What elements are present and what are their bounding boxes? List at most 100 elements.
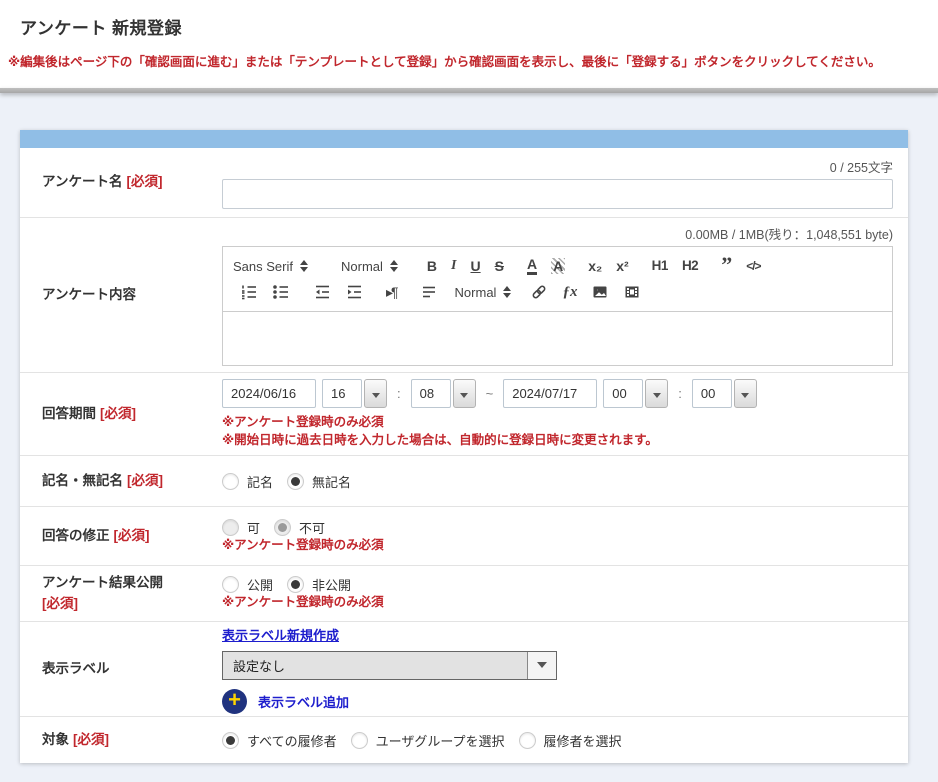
code-block-button[interactable]: </> (746, 260, 760, 272)
answer-modification-label: 回答の修正[必須] (20, 526, 222, 547)
strikethrough-button[interactable]: S (495, 259, 504, 273)
radio-circle (519, 732, 536, 749)
survey-content-label: アンケート内容 (20, 285, 222, 306)
video-icon[interactable] (623, 283, 641, 301)
h2-button[interactable]: H2 (682, 259, 698, 273)
radio-circle (287, 473, 304, 490)
outdent-icon[interactable] (313, 283, 331, 301)
end-minute-combo (692, 379, 757, 408)
range-tilde: ~ (486, 386, 494, 401)
row-display-label: 表示ラベル 表示ラベル新規作成 設定なし + 表示ラベル追加 (20, 621, 908, 716)
link-icon[interactable] (530, 283, 548, 301)
row-results-publication: アンケート結果公開[必須] 公開 非公開 ※アンケート登録時のみ必須 (20, 565, 908, 621)
updown-arrows-icon (503, 286, 511, 298)
underline-button[interactable]: U (470, 259, 480, 273)
radio-results-public[interactable]: 公開 (222, 575, 273, 594)
publication-required-note: ※アンケート登録時のみ必須 (222, 594, 893, 612)
end-minute-dropdown-button[interactable] (734, 379, 757, 408)
image-icon[interactable] (591, 283, 609, 301)
page-title: アンケート 新規登録 (0, 0, 938, 39)
header-select[interactable]: Normal (341, 259, 398, 274)
required-badge: [必須] (73, 732, 109, 747)
required-badge: [必須] (127, 473, 163, 488)
radio-circle (274, 519, 291, 536)
chevron-down-icon (372, 393, 380, 398)
name-char-counter: 0 / 255文字 (222, 157, 893, 176)
row-survey-content: アンケート内容 0.00MB / 1MB(残り：1,048,551 byte) … (20, 217, 908, 372)
target-label: 対象[必須] (20, 730, 222, 751)
add-display-label-button[interactable]: + 表示ラベル追加 (222, 689, 893, 714)
modification-required-note: ※アンケート登録時のみ必須 (222, 537, 893, 555)
bullet-list-icon[interactable] (272, 283, 290, 301)
required-badge: [必須] (126, 174, 162, 189)
radio-modification-not-allowed[interactable]: 不可 (274, 518, 325, 537)
edit-notice: ※編集後はページ下の「確認画面に進む」または「テンプレートとして登録」から確認画… (8, 51, 938, 70)
italic-button[interactable]: I (451, 259, 456, 273)
updown-arrows-icon (300, 260, 308, 272)
time-colon: : (397, 386, 401, 401)
content-background: アンケート名[必須] 0 / 255文字 アンケート内容 0.00MB / 1M… (0, 93, 938, 782)
anonymity-label: 記名・無記名[必須] (20, 471, 222, 492)
end-date-input[interactable] (503, 379, 597, 408)
ordered-list-icon[interactable] (240, 283, 258, 301)
radio-modification-allowed[interactable]: 可 (222, 518, 260, 537)
row-target: 対象[必須] すべての履修者 ユーザグループを選択 履修者を選択 (20, 716, 908, 763)
superscript-button[interactable]: x² (616, 259, 628, 273)
start-date-input[interactable] (222, 379, 316, 408)
response-period-label: 回答期間[必須] (20, 404, 222, 425)
radio-anonymous[interactable]: 無記名 (287, 472, 351, 491)
results-publication-label: アンケート結果公開[必須] (20, 573, 222, 615)
content-size-counter: 0.00MB / 1MB(残り：1,048,551 byte) (222, 224, 893, 243)
required-badge: [必須] (114, 528, 150, 543)
subscript-button[interactable]: x₂ (588, 259, 602, 273)
survey-form-panel: アンケート名[必須] 0 / 255文字 アンケート内容 0.00MB / 1M… (20, 130, 908, 763)
blockquote-button[interactable]: ” (721, 261, 732, 271)
bold-button[interactable]: B (427, 259, 437, 273)
page-header: アンケート 新規登録 ※編集後はページ下の「確認画面に進む」または「テンプレート… (0, 0, 938, 88)
formula-icon[interactable]: ƒx (562, 285, 577, 300)
start-hour-dropdown-button[interactable] (364, 379, 387, 408)
chevron-down-icon (741, 393, 749, 398)
radio-circle (222, 576, 239, 593)
highlight-color-button[interactable]: A (551, 258, 565, 274)
start-minute-dropdown-button[interactable] (453, 379, 476, 408)
radio-signed[interactable]: 記名 (222, 472, 273, 491)
radio-select-students[interactable]: 履修者を選択 (519, 731, 622, 750)
row-anonymity: 記名・無記名[必須] 記名 無記名 (20, 455, 908, 506)
h1-button[interactable]: H1 (652, 259, 668, 273)
display-label-label: 表示ラベル (20, 659, 222, 680)
text-color-button[interactable]: A (527, 257, 537, 275)
start-hour-input[interactable] (322, 379, 362, 408)
display-label-select[interactable]: 設定なし (222, 651, 557, 680)
radio-results-private[interactable]: 非公開 (287, 575, 351, 594)
radio-select-user-group[interactable]: ユーザグループを選択 (351, 731, 505, 750)
period-past-date-note: ※開始日時に過去日時を入力した場合は、自動的に登録日時に変更されます。 (222, 432, 893, 450)
radio-circle (222, 732, 239, 749)
end-minute-input[interactable] (692, 379, 732, 408)
indent-icon[interactable] (345, 283, 363, 301)
editor-content-area[interactable] (222, 312, 893, 366)
survey-name-label: アンケート名[必須] (20, 172, 222, 193)
row-response-period: 回答期間[必須] : ~ (20, 372, 908, 455)
required-badge: [必須] (100, 406, 136, 421)
create-display-label-link[interactable]: 表示ラベル新規作成 (222, 625, 339, 644)
chevron-down-icon (527, 652, 556, 679)
start-minute-input[interactable] (411, 379, 451, 408)
required-badge: [必須] (42, 594, 222, 615)
text-direction-icon[interactable]: ▸¶ (386, 285, 397, 299)
align-icon[interactable] (420, 283, 438, 301)
end-hour-input[interactable] (603, 379, 643, 408)
survey-name-input[interactable] (222, 179, 893, 209)
start-minute-combo (411, 379, 476, 408)
radio-circle (222, 473, 239, 490)
line-height-select[interactable]: Normal (455, 285, 512, 300)
period-required-note: ※アンケート登録時のみ必須 (222, 414, 893, 432)
end-hour-dropdown-button[interactable] (645, 379, 668, 408)
panel-titlebar (20, 130, 908, 148)
plus-icon: + (222, 689, 247, 714)
row-survey-name: アンケート名[必須] 0 / 255文字 (20, 148, 908, 217)
font-select[interactable]: Sans Serif (233, 259, 313, 274)
editor-toolbar: Sans Serif Normal B I U S A A x₂ (222, 246, 893, 312)
end-hour-combo (603, 379, 668, 408)
radio-all-students[interactable]: すべての履修者 (222, 731, 337, 750)
